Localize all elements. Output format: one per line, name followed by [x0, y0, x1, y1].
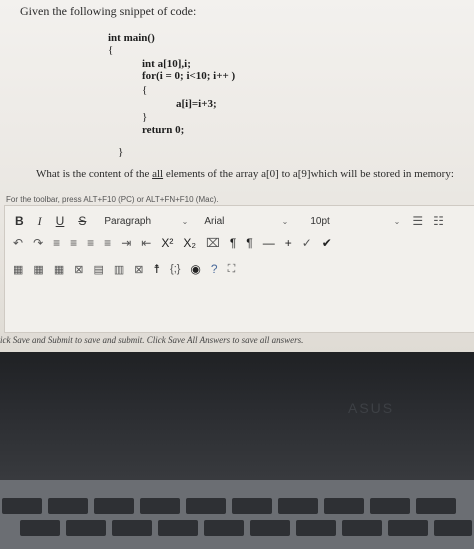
code-line: { [142, 84, 148, 96]
code-line: a[i]=i+3; [176, 98, 217, 110]
key [66, 520, 106, 536]
align-left-icon[interactable]: ≡ [53, 236, 60, 250]
key [416, 498, 456, 514]
chevron-down-icon: ⌄ [181, 216, 189, 226]
subscript-button[interactable]: X₂ [183, 236, 196, 250]
font-size-select[interactable]: 10pt ⌄ [306, 212, 404, 230]
align-justify-icon[interactable]: ≡ [104, 236, 111, 250]
undo-icon[interactable]: ↶ [13, 236, 23, 250]
key [20, 520, 60, 536]
table-properties-icon[interactable]: ▦ [54, 263, 64, 276]
code-line: return 0; [142, 124, 185, 136]
chevron-down-icon: ⌄ [393, 216, 401, 226]
key [186, 498, 226, 514]
toolbar-hint: For the toolbar, press ALT+F10 (PC) or A… [6, 195, 219, 204]
key [370, 498, 410, 514]
key [388, 520, 428, 536]
key [434, 520, 472, 536]
image-icon[interactable]: ▦ [13, 263, 23, 276]
font-size-select-value: 10pt [310, 215, 330, 227]
accessibility-icon[interactable]: ☨ [153, 262, 160, 276]
insert-column-icon[interactable]: ▥ [114, 263, 124, 276]
toolbar-row-3: ▦ ▦ ▦ ⊠ ▤ ▥ ⊠ ☨ {;} ◉ ? ⛶ [13, 258, 245, 280]
clear-format-icon[interactable]: ⌧ [206, 236, 220, 250]
outdent-icon[interactable]: ⇤ [141, 236, 151, 250]
insert-icon[interactable]: + [285, 236, 292, 250]
key [140, 498, 180, 514]
italic-button[interactable]: I [38, 214, 42, 229]
paragraph-select-value: Paragraph [104, 215, 152, 227]
toolbar-row-2: ↶ ↷ ≡ ≡ ≡ ≡ ⇥ ⇤ X² X₂ ⌧ ¶ ¶ — + ✓ ✔ [13, 232, 342, 254]
key [2, 498, 42, 514]
key [48, 498, 88, 514]
key [250, 520, 290, 536]
indent-icon[interactable]: ⇥ [121, 236, 131, 250]
rich-text-editor[interactable]: B I U S Paragraph ⌄ Arial ⌄ 10pt ⌄ ☰ ☷ ↶… [4, 205, 474, 333]
bullet-list-icon[interactable]: ☰ [412, 214, 423, 228]
code-line: for(i = 0; i<10; i++ ) [142, 70, 236, 82]
font-select[interactable]: Arial ⌄ [200, 212, 292, 230]
table-icon[interactable]: ▦ [33, 263, 43, 276]
help-icon[interactable]: ? [211, 262, 218, 276]
save-instructions: ick Save and Submit to save and submit. … [0, 335, 304, 345]
toolbar-row-1: B I U S Paragraph ⌄ Arial ⌄ 10pt ⌄ ☰ ☷ [15, 210, 454, 232]
delete-cell-icon[interactable]: ⊠ [134, 263, 143, 276]
check-icon[interactable]: ✔ [322, 236, 332, 250]
redo-icon[interactable]: ↷ [33, 236, 43, 250]
strikethrough-button[interactable]: S [78, 214, 86, 228]
prompt-text: What is the content of the [36, 168, 153, 180]
key [278, 498, 318, 514]
fullscreen-icon[interactable]: ⛶ [228, 263, 236, 276]
align-right-icon[interactable]: ≡ [87, 236, 94, 250]
superscript-button[interactable]: X² [161, 236, 173, 250]
preview-icon[interactable]: ◉ [190, 262, 200, 276]
ltr-icon[interactable]: ¶ [230, 236, 236, 250]
browser-screen: Given the following snippet of code: int… [0, 0, 474, 365]
bold-button[interactable]: B [15, 214, 24, 228]
insert-row-icon[interactable]: ▤ [93, 263, 103, 276]
code-line: int a[10],i; [142, 58, 191, 70]
key [112, 520, 152, 536]
rtl-icon[interactable]: ¶ [246, 236, 252, 250]
prompt-underlined: all [152, 168, 164, 180]
delete-table-icon[interactable]: ⊠ [74, 263, 83, 276]
keyboard [0, 480, 474, 549]
align-center-icon[interactable]: ≡ [70, 236, 77, 250]
code-line: } [118, 146, 124, 158]
key [296, 520, 336, 536]
key [232, 498, 272, 514]
key [158, 520, 198, 536]
font-select-value: Arial [204, 215, 225, 227]
prompt-text: elements of the array a[0] to a[9]which … [163, 168, 454, 180]
code-line: { [108, 44, 114, 56]
key [204, 520, 244, 536]
question-prompt: What is the content of the all elements … [36, 168, 454, 180]
paragraph-select[interactable]: Paragraph ⌄ [100, 212, 192, 230]
key [324, 498, 364, 514]
numbered-list-icon[interactable]: ☷ [433, 214, 444, 228]
laptop-logo: ASUS [348, 400, 395, 416]
underline-button[interactable]: U [56, 214, 65, 228]
horizontal-line-icon[interactable]: — [263, 236, 275, 250]
code-icon[interactable]: {;} [170, 263, 180, 275]
key [94, 498, 134, 514]
code-line: } [142, 111, 148, 123]
chevron-down-icon: ⌄ [281, 216, 289, 226]
spellcheck-icon[interactable]: ✓ [302, 236, 312, 250]
question-title: Given the following snippet of code: [20, 4, 197, 18]
code-line: int main() [108, 32, 155, 44]
key [342, 520, 382, 536]
